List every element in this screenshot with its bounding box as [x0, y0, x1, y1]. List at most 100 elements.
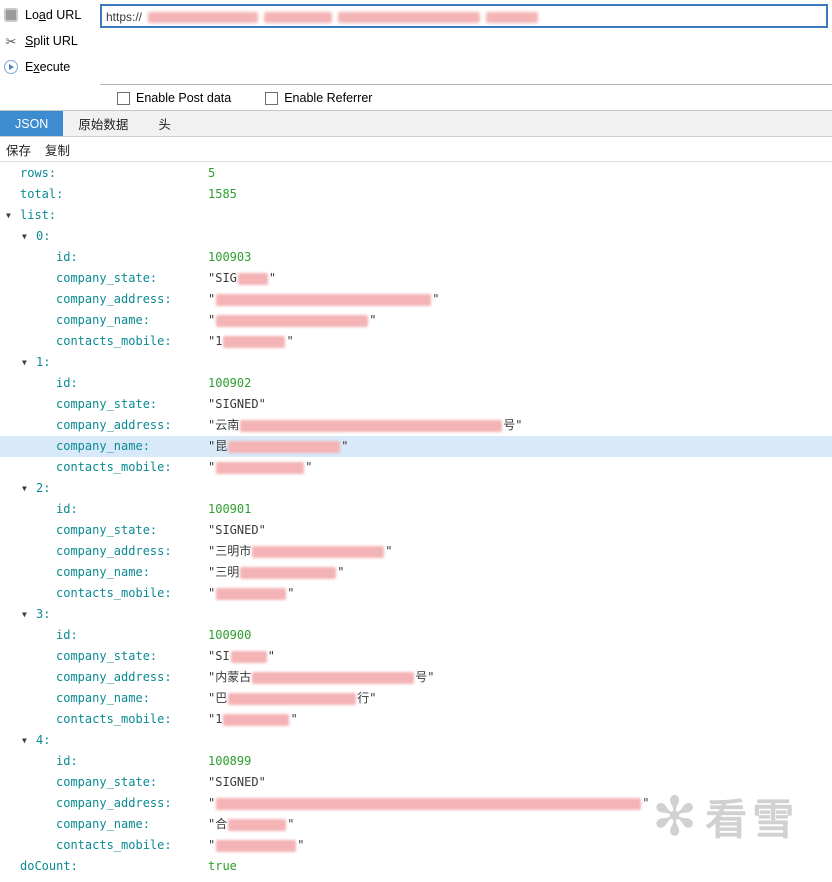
collapse-arrow-icon[interactable]: ▼: [22, 604, 27, 625]
json-key: id:: [56, 628, 78, 642]
json-value-text: ": [208, 586, 216, 600]
collapse-arrow-icon[interactable]: ▼: [22, 226, 27, 247]
json-value-text: "内蒙古: [208, 670, 252, 684]
enable-referrer-option[interactable]: Enable Referrer: [265, 91, 372, 105]
json-value-text: 100900: [208, 628, 252, 642]
load-url-icon: [4, 8, 18, 22]
json-row[interactable]: company_address: " ": [0, 793, 832, 814]
json-row[interactable]: company_name: " ": [0, 310, 832, 331]
json-row[interactable]: id: 100902: [0, 373, 832, 394]
json-row[interactable]: company_address: "内蒙古 号": [0, 667, 832, 688]
enable-post-data-checkbox[interactable]: [117, 91, 130, 105]
redacted-url-segment: [264, 12, 333, 24]
tab-raw-data[interactable]: 原始数据: [63, 111, 143, 136]
json-row[interactable]: ▼ 0:: [0, 226, 832, 247]
json-row[interactable]: contacts_mobile: " ": [0, 835, 832, 856]
collapse-arrow-icon[interactable]: ▼: [22, 352, 27, 373]
redacted-text: [223, 713, 290, 726]
json-row[interactable]: company_address: " ": [0, 289, 832, 310]
json-value: "SIG ": [208, 268, 276, 289]
json-value: " ": [208, 835, 304, 856]
json-row[interactable]: id: 100901: [0, 499, 832, 520]
json-row[interactable]: company_address: "云南 号": [0, 415, 832, 436]
json-value-text: ": [385, 544, 393, 558]
json-value: 100902: [208, 373, 251, 394]
redacted-text: [216, 797, 642, 810]
json-key: company_address:: [56, 544, 172, 558]
json-row[interactable]: company_name: "巴 行": [0, 688, 832, 709]
json-row[interactable]: ▼ 1:: [0, 352, 832, 373]
json-key: company_state:: [56, 649, 158, 663]
json-value-text: ": [337, 565, 345, 579]
tab-json[interactable]: JSON: [0, 111, 64, 136]
execute-button[interactable]: Execute: [4, 56, 70, 78]
redacted-text: [216, 461, 305, 474]
copy-button[interactable]: 复制: [45, 140, 70, 159]
load-url-button[interactable]: Load URL: [4, 4, 81, 26]
json-value-text: "云南: [208, 418, 240, 432]
json-row[interactable]: ▼ 4:: [0, 730, 832, 751]
json-key: company_address:: [56, 418, 172, 432]
json-row[interactable]: id: 100899: [0, 751, 832, 772]
json-actionbar: 保存 复制: [0, 137, 832, 162]
json-value-text: ": [642, 796, 650, 810]
json-value-text: "巴: [208, 691, 228, 705]
redacted-text: [252, 671, 415, 684]
json-row[interactable]: ▼ 2:: [0, 478, 832, 499]
json-value-text: 行": [357, 691, 377, 705]
json-row[interactable]: doCount: true: [0, 856, 832, 877]
enable-referrer-checkbox[interactable]: [265, 91, 279, 105]
json-row[interactable]: rows: 5: [0, 163, 832, 184]
save-button[interactable]: 保存: [6, 140, 31, 159]
redacted-text: [230, 650, 267, 663]
enable-post-data-option[interactable]: Enable Post data: [117, 91, 231, 105]
json-key: rows:: [20, 166, 57, 180]
redacted-text: [216, 587, 287, 600]
collapse-arrow-icon[interactable]: ▼: [22, 478, 27, 499]
url-text: https://: [106, 10, 143, 24]
json-key: contacts_mobile:: [56, 712, 172, 726]
tab-headers[interactable]: 头: [143, 111, 186, 136]
json-row[interactable]: company_state: "SIG ": [0, 268, 832, 289]
json-key: company_name:: [56, 313, 150, 327]
json-row[interactable]: ▼ 3:: [0, 604, 832, 625]
json-row[interactable]: company_name: "昆 ": [0, 436, 832, 457]
json-value: "SIGNED": [208, 520, 266, 541]
json-row[interactable]: company_name: "合 ": [0, 814, 832, 835]
json-row[interactable]: contacts_mobile: " ": [0, 457, 832, 478]
json-row[interactable]: id: 100903: [0, 247, 832, 268]
json-value-text: 1585: [208, 187, 237, 201]
collapse-arrow-icon[interactable]: ▼: [6, 205, 11, 226]
redacted-text: [228, 818, 287, 831]
json-value-text: ": [286, 334, 294, 348]
json-row[interactable]: company_state: "SIGNED": [0, 520, 832, 541]
json-key: 2:: [36, 481, 51, 495]
redacted-url-segment: [486, 12, 539, 24]
json-value: " ": [208, 457, 312, 478]
redacted-text: [223, 335, 286, 348]
json-value-text: ": [287, 817, 295, 831]
json-value-text: "三明: [208, 565, 240, 579]
json-row[interactable]: contacts_mobile: "1 ": [0, 709, 832, 730]
json-key: company_state:: [56, 271, 158, 285]
json-value-text: 号": [503, 418, 523, 432]
json-row[interactable]: id: 100900: [0, 625, 832, 646]
json-row[interactable]: company_state: "SIGNED": [0, 772, 832, 793]
json-value-text: 号": [415, 670, 435, 684]
json-value-text: "SIGNED": [208, 397, 266, 411]
json-row[interactable]: company_name: "三明 ": [0, 562, 832, 583]
json-row[interactable]: total: 1585: [0, 184, 832, 205]
json-row[interactable]: company_address: "三明市 ": [0, 541, 832, 562]
json-row[interactable]: company_state: "SIGNED": [0, 394, 832, 415]
json-value-text: "SIGNED": [208, 775, 266, 789]
json-row[interactable]: contacts_mobile: "1 ": [0, 331, 832, 352]
json-row[interactable]: company_state: "SI ": [0, 646, 832, 667]
json-row[interactable]: contacts_mobile: " ": [0, 583, 832, 604]
json-row[interactable]: ▼ list:: [0, 205, 832, 226]
split-url-button[interactable]: Split URL: [4, 30, 78, 52]
url-input[interactable]: https://: [100, 4, 828, 28]
enable-post-data-label: Enable Post data: [136, 91, 232, 105]
collapse-arrow-icon[interactable]: ▼: [22, 730, 27, 751]
json-value: "SI ": [208, 646, 275, 667]
redacted-text: [228, 692, 357, 705]
